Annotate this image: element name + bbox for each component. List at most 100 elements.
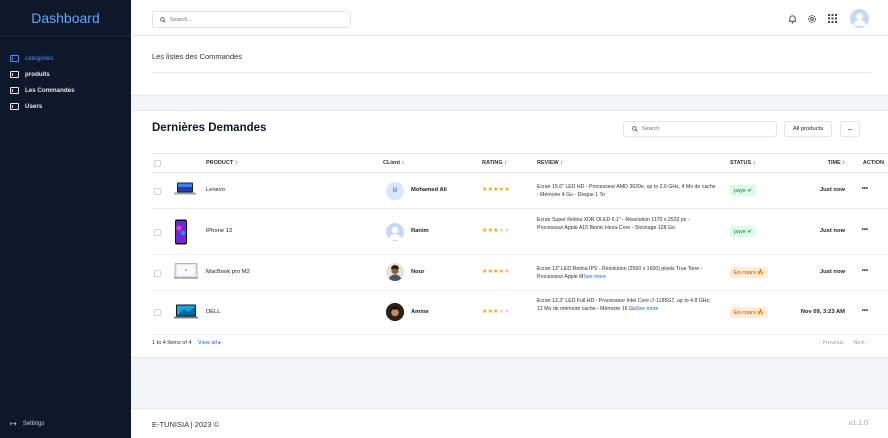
divider bbox=[152, 72, 871, 73]
orders-title: Dernières Demandes bbox=[152, 122, 267, 134]
top-search-input[interactable] bbox=[170, 16, 330, 23]
column-product[interactable]: PRODUCT ↕ bbox=[206, 160, 237, 166]
user-avatar[interactable] bbox=[850, 9, 869, 28]
top-search-box[interactable] bbox=[152, 11, 351, 28]
time-value: Just now bbox=[819, 269, 845, 275]
laptop-thumbnail bbox=[174, 182, 196, 196]
row-action-button[interactable]: ••• bbox=[862, 227, 868, 233]
sidebar-item-label: Les Commandes bbox=[25, 86, 75, 94]
apps-grid-icon[interactable] bbox=[826, 13, 838, 25]
sidebar-item-label: Users bbox=[25, 102, 43, 110]
review-text: Ecran 13.3" LED Full HD - Processeur Int… bbox=[537, 298, 711, 313]
orders-card: Dernières Demandes All products ... PROD… bbox=[131, 110, 888, 358]
see-more-link[interactable]: See more bbox=[583, 274, 606, 280]
status-badge: En cours 🔥 bbox=[730, 267, 769, 278]
gear-icon[interactable] bbox=[806, 13, 818, 25]
status-badge: En cours 🔥 bbox=[730, 307, 769, 318]
orders-search-box[interactable] bbox=[623, 121, 777, 137]
sidebar: Dashboard categories produits Les Comman… bbox=[0, 0, 131, 438]
sidebar-panel-icon bbox=[10, 86, 19, 94]
sidebar-nav: categories produits Les Commandes Users bbox=[0, 36, 131, 114]
select-all-checkbox[interactable] bbox=[154, 160, 161, 167]
previous-page-button[interactable]: ‹ Previous bbox=[819, 340, 844, 346]
product-name: DELL bbox=[206, 309, 221, 315]
orders-search-input[interactable] bbox=[642, 126, 762, 132]
product-name: iPhone 13 bbox=[206, 228, 233, 234]
product-name: Lenevo bbox=[206, 187, 226, 193]
table-row[interactable]: DELL Amine ★★★★★ Ecran 13.3" LED Full HD… bbox=[152, 291, 888, 335]
client-name: Nour bbox=[411, 269, 425, 275]
rating-stars: ★★★★★ bbox=[482, 228, 510, 234]
copyright-text: E-TUNISIA | 2023 © bbox=[152, 420, 220, 429]
table-header: PRODUCT ↕ CLient ↕ RATING ↕ REVIEW ↕ STA… bbox=[152, 153, 888, 173]
next-page-button[interactable]: Next › bbox=[853, 340, 868, 346]
table-row[interactable]: Lenevo M Mohamed Ali ★★★★★ Ecran 15.6" L… bbox=[152, 173, 888, 209]
review-text: Ecran Super Retina XDR OLED 6.1" - Résol… bbox=[537, 217, 690, 232]
sidebar-panel-icon bbox=[10, 54, 19, 62]
product-name: MacBook pro M2 bbox=[206, 269, 250, 275]
client-avatar bbox=[386, 223, 404, 241]
sidebar-item-label: produits bbox=[25, 70, 50, 78]
row-action-button[interactable]: ••• bbox=[862, 186, 868, 192]
version-text: v1.1.0 bbox=[848, 420, 868, 427]
rating-stars: ★★★★★ bbox=[482, 309, 510, 315]
page-footer: E-TUNISIA | 2023 © v1.1.0 bbox=[131, 408, 888, 438]
status-badge: paye ✔ bbox=[730, 185, 757, 196]
status-badge: paye ✔ bbox=[730, 226, 757, 237]
client-avatar bbox=[386, 303, 404, 321]
sidebar-item-label: categories bbox=[25, 54, 54, 62]
table-row[interactable]: MacBook pro M2 Nour ★★★★★ Ecran 13" LED … bbox=[152, 255, 888, 291]
topbar bbox=[131, 0, 888, 36]
column-rating[interactable]: RATING ↕ bbox=[482, 160, 507, 166]
settings-link[interactable]: ↦ Settings bbox=[10, 419, 44, 428]
row-checkbox[interactable] bbox=[154, 188, 161, 195]
search-icon bbox=[632, 126, 638, 132]
settings-label: Settings bbox=[22, 420, 45, 427]
table-footer: 1 to 4 Items of 4 View all ▸ ‹ Previous … bbox=[152, 340, 888, 346]
table-row[interactable]: iPhone 13 Ranim ★★★★★ Ecran Super Retina… bbox=[152, 209, 888, 255]
laptop-thumbnail bbox=[174, 263, 198, 279]
sidebar-panel-icon bbox=[10, 102, 19, 110]
all-products-button[interactable]: All products bbox=[784, 121, 832, 137]
review-text: Ecran 15.6" LED HD - Processeur AMD 3020… bbox=[537, 184, 716, 199]
sidebar-item-commandes[interactable]: Les Commandes bbox=[0, 82, 131, 98]
search-icon bbox=[160, 16, 166, 23]
client-name: Amine bbox=[411, 309, 429, 315]
client-avatar: M bbox=[386, 182, 404, 200]
sidebar-item-users[interactable]: Users bbox=[0, 98, 131, 114]
items-count: 1 to 4 Items of 4 bbox=[152, 340, 192, 346]
client-name: Mohamed Ali bbox=[411, 187, 447, 193]
time-value: Nov 09, 3:23 AM bbox=[800, 309, 845, 315]
rating-stars: ★★★★★ bbox=[482, 269, 510, 275]
row-checkbox[interactable] bbox=[154, 270, 161, 277]
sidebar-panel-icon bbox=[10, 70, 19, 78]
client-name: Ranim bbox=[411, 228, 429, 234]
column-action: ACTION bbox=[862, 160, 884, 166]
column-time[interactable]: TIME ↕ bbox=[828, 160, 845, 166]
logout-arrow-icon: ↦ bbox=[10, 419, 17, 428]
row-checkbox[interactable] bbox=[154, 229, 161, 236]
sidebar-item-categories[interactable]: categories bbox=[0, 50, 131, 66]
row-action-button[interactable]: ••• bbox=[862, 268, 868, 274]
page-title: Les listes des Commandes bbox=[152, 52, 243, 61]
see-more-link[interactable]: See more bbox=[636, 306, 659, 312]
client-avatar bbox=[386, 263, 404, 281]
column-client[interactable]: CLient ↕ bbox=[383, 160, 404, 166]
column-review[interactable]: REVIEW ↕ bbox=[537, 160, 563, 166]
time-value: Just now bbox=[819, 228, 845, 234]
review-text: Ecran 13" LED Retina IPS - Résolution (2… bbox=[537, 266, 703, 281]
more-options-button[interactable]: ... bbox=[840, 121, 860, 137]
view-all-link[interactable]: View all ▸ bbox=[198, 340, 221, 346]
row-checkbox[interactable] bbox=[154, 309, 161, 316]
page-header: Les listes des Commandes bbox=[131, 36, 888, 96]
sidebar-item-produits[interactable]: produits bbox=[0, 66, 131, 82]
phone-thumbnail bbox=[174, 219, 188, 245]
brand-title[interactable]: Dashboard bbox=[0, 0, 131, 36]
top-icons bbox=[778, 9, 869, 28]
pagination: ‹ Previous Next › bbox=[811, 340, 868, 346]
row-action-button[interactable]: ••• bbox=[862, 308, 868, 314]
column-status[interactable]: STATUS ↕ bbox=[730, 160, 755, 166]
rating-stars: ★★★★★ bbox=[482, 187, 510, 193]
bell-icon[interactable] bbox=[786, 13, 798, 25]
laptop-thumbnail bbox=[174, 304, 198, 319]
